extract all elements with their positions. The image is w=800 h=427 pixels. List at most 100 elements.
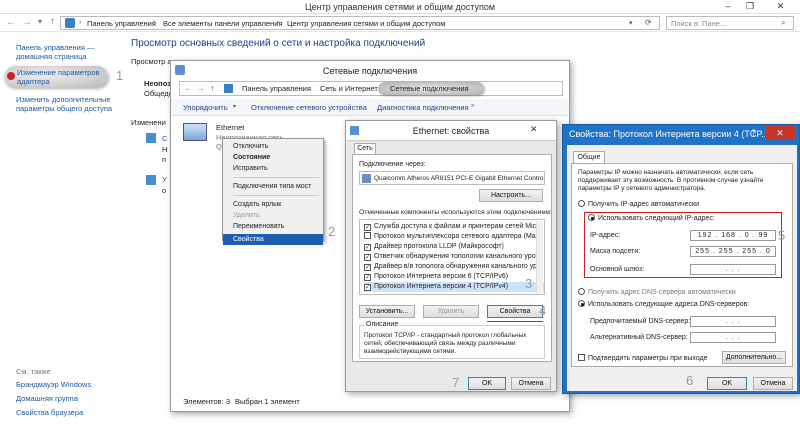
checkbox-icon[interactable] [364,232,371,239]
troubleshoot-link-fragment[interactable]: У [162,175,167,184]
checkbox-icon[interactable]: ✓ [364,254,371,261]
diagnose-button[interactable]: Диагностика подключения [377,103,469,112]
tab-general[interactable]: Общие [573,151,605,163]
menu-item-disable[interactable]: Отключить [223,141,323,152]
dns1-label: Предпочитаемый DNS-сервер: [590,318,691,325]
tab-network[interactable]: Сеть [354,143,376,154]
search-input[interactable]: Поиск в: Пане... ⌕ [666,16,794,30]
gateway-input[interactable]: . . . [690,264,776,275]
forward-icon[interactable]: → [22,17,32,28]
component-label: Ответчик обнаружения топологии канальног… [374,253,540,260]
sidebar-home-link[interactable]: Панель управления — домашняя страница [16,43,116,61]
chevron-down-icon[interactable]: ▾ [629,19,633,27]
properties-button[interactable]: Свойства [487,305,543,318]
close-button[interactable]: ✕ [761,0,800,13]
radio-icon[interactable] [578,200,585,207]
auto-dns-label: Получить адрес DNS-сервера автоматически [588,289,736,296]
network-folder-icon [175,65,185,75]
network-setup-icon [146,133,156,143]
menu-item-shortcut[interactable]: Создать ярлык [223,199,323,210]
component-item-ipv4[interactable]: ✓ Протокол Интернета версии 4 (TCP/IPv4) [364,282,544,292]
ok-button[interactable]: OK [707,377,747,390]
back-icon[interactable]: ← [184,83,193,93]
menu-item-repair[interactable]: Исправить [223,163,323,174]
use-dns-option[interactable]: Использовать следующие адреса DNS-сервер… [578,300,749,308]
menu-separator [233,174,319,178]
address-field[interactable]: › Панель управления › Все элементы панел… [60,16,660,30]
netconn-address-field[interactable]: ← → ↑ Панель управления Сеть и Интернет … [179,81,563,96]
close-icon[interactable]: ✕ [530,124,538,135]
search-icon[interactable]: ⌕ [781,18,785,28]
component-item[interactable]: ✓ Драйвер в/в тополога обнаружения каналь… [364,262,544,272]
control-panel-icon [65,18,75,28]
checkbox-icon[interactable]: ✓ [364,274,371,281]
disable-device-button[interactable]: Отключение сетевого устройства [251,103,367,112]
checkbox-icon[interactable]: ✓ [364,224,371,231]
checkbox-icon[interactable]: ✓ [364,264,371,271]
adapter-name[interactable]: Ethernet [216,123,244,132]
sidebar-link-homegroup[interactable]: Домашняя группа [16,394,78,403]
ipv4-properties-dialog: Свойства: Протокол Интернета версии 4 (T… [562,124,800,394]
ethernet-adapter-icon[interactable] [183,123,207,141]
components-scrollbar[interactable] [536,221,543,293]
ip-address-input[interactable]: 192 . 168 . 0 . 99 [690,230,776,241]
forward-icon[interactable]: → [196,83,205,93]
up-icon[interactable]: ↑ [210,83,215,93]
ethernet-properties-dialog: Ethernet: свойства ✕ Сеть Подключение че… [345,120,557,392]
menu-item-properties[interactable]: Свойства [223,234,323,245]
component-item[interactable]: ✓ Ответчик обнаружения топологии канально… [364,252,544,262]
maximize-button[interactable]: ❐ [739,0,761,13]
breadcrumb-item[interactable]: Панель управления [242,84,311,93]
subnet-mask-input[interactable]: 255 . 255 . 255 . 0 [690,246,776,257]
breadcrumb-item[interactable]: Сетевые подключения [390,84,469,93]
organize-button[interactable]: Упорядочить [183,103,228,112]
title-bar: Центр управления сетями и общим доступом… [0,0,800,14]
netconn-toolbar: Упорядочить ▾ Отключение сетевого устрой… [171,99,569,116]
validate-option[interactable]: Подтвердить параметры при выходе [578,354,708,362]
cancel-button[interactable]: Отмена [511,377,551,390]
install-button[interactable]: Установить... [359,305,415,318]
minimize-button[interactable]: – [717,0,739,13]
close-icon[interactable]: ✕ [765,126,795,140]
back-icon[interactable]: ← [6,17,16,28]
setup-link-fragment[interactable]: С [162,134,167,143]
control-panel-icon [224,84,233,93]
component-item[interactable]: Протокол мультиплексора сетевого адаптер… [364,232,544,242]
configure-button[interactable]: Настроить... [479,189,543,202]
recent-icon[interactable]: ▾ [38,17,42,26]
ipv4-dialog-body: Общие Параметры IP можно назначать автом… [567,145,797,391]
dns1-input[interactable]: . . . [690,316,776,327]
cancel-button[interactable]: Отмена [753,377,793,390]
dns2-input[interactable]: . . . [690,332,776,343]
menu-item-bridge[interactable]: Подключения типа мост [223,181,323,192]
help-icon[interactable]: ? [751,128,756,138]
checkbox-icon[interactable]: ✓ [364,284,371,291]
breadcrumb-item[interactable]: Центр управления сетями и общим доступом [287,19,445,28]
use-ip-option[interactable]: Использовать следующий IP-адрес: [588,214,715,222]
advanced-button[interactable]: Дополнительно... [722,351,786,364]
component-item[interactable]: ✓ Служба доступа к файлам и принтерам сет… [364,222,544,232]
sidebar-sharing-settings[interactable]: Изменить дополнительные параметры общего… [16,95,116,113]
refresh-icon[interactable]: ⟳ [645,18,652,27]
ok-button[interactable]: OK [468,377,506,390]
component-item[interactable]: ✓ Протокол Интернета версии 6 (TCP/IPv6) [364,272,544,282]
auto-ip-option[interactable]: Получить IP-адрес автоматически [578,200,699,208]
breadcrumb-item[interactable]: Панель управления [87,19,156,28]
menu-item-status[interactable]: Состояние [223,152,323,163]
radio-icon[interactable] [588,214,595,221]
menu-item-rename[interactable]: Переименовать [223,221,323,232]
sidebar-link-browser[interactable]: Свойства браузера [16,408,83,417]
sidebar-link-firewall[interactable]: Брандмауэр Windows [16,380,91,389]
up-icon[interactable]: ↑ [50,16,55,27]
breadcrumb-item[interactable]: Сеть и Интернет [320,84,378,93]
sidebar-adapter-settings[interactable]: Изменение параметров адаптера [17,68,107,86]
radio-icon[interactable] [578,288,585,295]
component-item[interactable]: ✓ Драйвер протокола LLDP (Майкрософт) [364,242,544,252]
checkbox-icon[interactable] [578,354,585,361]
radio-icon[interactable] [578,300,585,307]
more-icon[interactable]: » [471,103,474,109]
checkbox-icon[interactable]: ✓ [364,244,371,251]
use-ip-label: Использовать следующий IP-адрес: [598,215,715,222]
breadcrumb-item[interactable]: Все элементы панели управления [163,19,282,28]
auto-dns-option[interactable]: Получить адрес DNS-сервера автоматически [578,288,736,296]
